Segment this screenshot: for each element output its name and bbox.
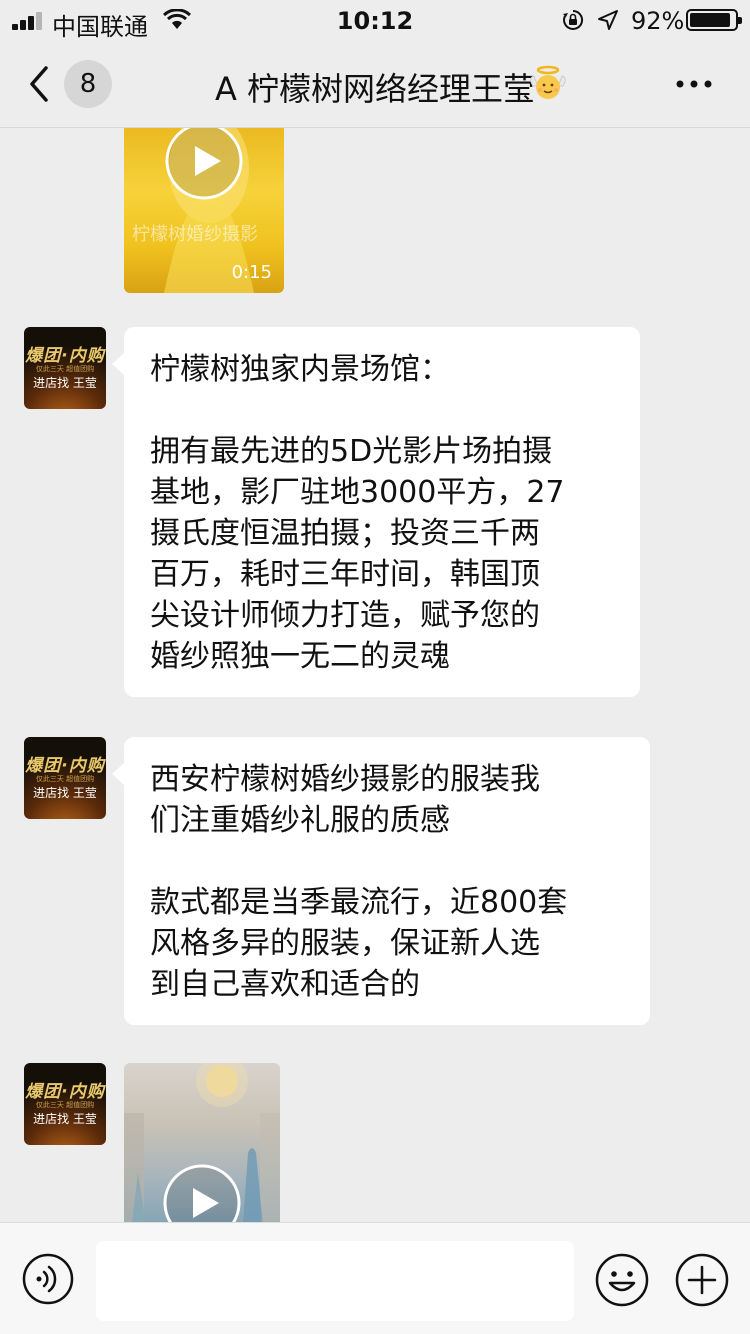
plus-icon[interactable] [675, 1253, 729, 1307]
baby-angel-emoji [530, 65, 566, 99]
input-bar [0, 1222, 750, 1334]
avatar-subtext: 仅此三天 超值团购 [35, 365, 95, 373]
message-bubble[interactable]: 西安柠檬树婚纱摄影的服装我 们注重婚纱礼服的质感 款式都是当季最流行，近800套… [112, 737, 650, 1025]
unread-count-badge[interactable]: 8 [64, 60, 112, 108]
video-duration: 0:15 [231, 262, 272, 283]
avatar-caption: 进店找 王莹 [33, 1112, 97, 1126]
avatar[interactable]: 爆团·内购 仅此三天 超值团购 进店找 王莹 [24, 1063, 106, 1145]
more-icon[interactable] [676, 80, 712, 88]
avatar-subtext: 仅此三天 超值团购 [35, 1101, 95, 1109]
chevron-left-icon[interactable] [26, 64, 52, 104]
message-bubble[interactable]: 柠檬树独家内景场馆： 拥有最先进的5D光影片场拍摄 基地，影厂驻地3000平方，… [112, 327, 640, 697]
orientation-lock-icon [563, 9, 584, 30]
avatar-caption: 进店找 王莹 [33, 786, 97, 800]
avatar-text: 爆团·内购 [25, 1082, 105, 1102]
avatar-text: 爆团·内购 [25, 346, 105, 366]
chat-header: 8 A 柠檬树网络经理王莹 [0, 40, 750, 128]
message-input[interactable] [96, 1241, 574, 1321]
avatar-text: 爆团·内购 [25, 756, 105, 776]
battery-fill [690, 13, 731, 27]
avatar-caption: 进店找 王莹 [33, 376, 97, 390]
video-message[interactable] [124, 1063, 280, 1222]
video-caption: 柠檬树婚纱摄影 [132, 224, 258, 245]
avatar[interactable]: 爆团·内购 仅此三天 超值团购 进店找 王莹 [24, 737, 106, 819]
battery-icon [686, 9, 742, 31]
message-list[interactable]: 柠檬树婚纱摄影 0:15 爆团·内购 仅此三天 超值团购 进店找 王莹 柠檬树独… [0, 128, 750, 1222]
battery-percent: 92% [631, 7, 685, 35]
emoji-icon[interactable] [595, 1253, 649, 1307]
status-bar: 中国联通 10:12 92% [0, 0, 750, 41]
video-message[interactable]: 柠檬树婚纱摄影 0:15 [124, 128, 284, 293]
location-icon [598, 10, 618, 30]
avatar[interactable]: 爆团·内购 仅此三天 超值团购 进店找 王莹 [24, 327, 106, 409]
play-icon[interactable] [162, 1163, 242, 1222]
play-icon[interactable] [164, 128, 244, 201]
avatar-subtext: 仅此三天 超值团购 [35, 775, 95, 783]
voice-icon[interactable] [22, 1253, 74, 1305]
